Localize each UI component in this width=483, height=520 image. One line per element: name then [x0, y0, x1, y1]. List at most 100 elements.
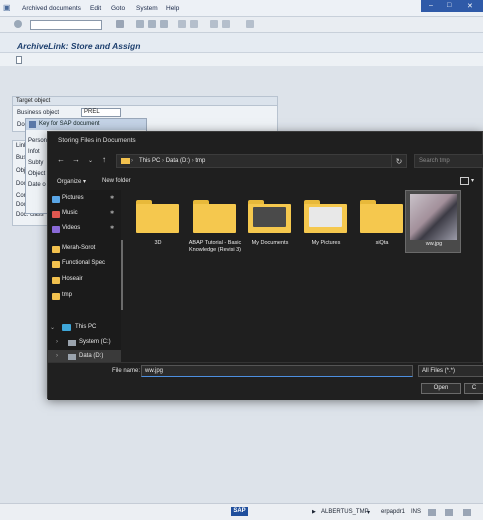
pin-icon: ✱: [110, 210, 115, 216]
file-dialog: Storing Files in Documents ← → ⌄ ↑ › Thi…: [47, 131, 483, 400]
first-page-icon[interactable]: [210, 20, 218, 28]
videos-icon: [52, 226, 60, 233]
file-tile[interactable]: My Documents: [242, 192, 292, 257]
document-icon[interactable]: [16, 56, 22, 64]
application-toolbar: [0, 53, 483, 66]
cancel-button[interactable]: C: [464, 383, 483, 394]
nav-item[interactable]: tmp: [62, 292, 72, 298]
chevron-down-icon[interactable]: ⌄: [50, 324, 55, 331]
refresh-icon[interactable]: ↻: [391, 154, 407, 168]
file-name-input[interactable]: ww.jpg: [141, 365, 413, 377]
cancel-icon[interactable]: [160, 20, 168, 28]
view-options-icon[interactable]: [460, 177, 469, 185]
search-input[interactable]: Search tmp: [414, 154, 483, 168]
menu-bar: ▣ Archived documents Edit Goto System He…: [0, 0, 483, 17]
status-mode: INS: [411, 509, 422, 515]
lock-icon[interactable]: [445, 509, 453, 516]
nav-system-drive[interactable]: System (C:): [79, 339, 111, 345]
chevron-right-icon: ›: [131, 158, 133, 164]
maximize-button[interactable]: □: [447, 2, 451, 9]
file-tile[interactable]: 3D: [130, 192, 180, 257]
links-label: Obj: [16, 168, 26, 174]
find-icon[interactable]: [190, 20, 198, 28]
chevron-right-icon[interactable]: ›: [56, 353, 58, 359]
pictures-icon: [52, 196, 60, 203]
file-tile-selected[interactable]: ww.jpg: [405, 190, 461, 253]
nav-item[interactable]: Pictures: [62, 195, 84, 201]
navigation-row: ← → ⌄ ↑ › This PC › Data (D:) › tmp ↻ Se…: [48, 152, 483, 170]
pin-icon: ✱: [110, 195, 115, 201]
folder-icon: [52, 261, 60, 268]
chevron-right-icon[interactable]: ›: [56, 339, 58, 345]
nav-item[interactable]: Videos: [62, 225, 80, 231]
key-row-label: Object: [28, 171, 46, 177]
print-icon[interactable]: [178, 20, 186, 28]
menu-archived-documents[interactable]: Archived documents: [22, 5, 81, 12]
organize-label: Organize: [57, 179, 82, 185]
enter-icon[interactable]: [14, 20, 22, 28]
file-label: My Documents: [251, 240, 289, 246]
nav-item[interactable]: Hoseair: [62, 276, 83, 282]
open-button[interactable]: Open: [421, 383, 461, 394]
nav-this-pc[interactable]: This PC: [75, 324, 96, 330]
standard-toolbar: [0, 17, 483, 33]
computer-icon: [62, 324, 71, 331]
breadcrumb-data-drive[interactable]: Data (D:): [166, 158, 190, 164]
file-tile[interactable]: ABAP Tutorial - Basic Knowledge (Revisi …: [187, 192, 241, 257]
window-controls: – □ ✕: [421, 0, 483, 12]
key-row-label: Subty: [28, 160, 44, 166]
new-folder-button[interactable]: New folder: [102, 178, 131, 184]
command-field[interactable]: [30, 20, 102, 30]
recent-dropdown-icon[interactable]: ⌄: [88, 157, 93, 164]
menu-help[interactable]: Help: [166, 5, 179, 12]
menu-edit[interactable]: Edit: [90, 5, 101, 12]
triangle-icon[interactable]: ▶: [312, 509, 316, 515]
file-dialog-title: Storing Files in Documents: [58, 137, 136, 144]
folder-icon: [304, 200, 347, 233]
nav-data-drive[interactable]: Data (D:): [79, 353, 103, 359]
layout-icon[interactable]: [428, 509, 436, 516]
file-tile[interactable]: My Pictures: [298, 192, 348, 257]
sap-menu-icon[interactable]: ▣: [3, 3, 11, 12]
title-bar: ArchiveLink: Store and Assign: [0, 33, 483, 53]
file-type-select[interactable]: All Files (*.*): [418, 365, 483, 377]
back-arrow-icon[interactable]: ←: [57, 155, 65, 164]
dialog-footer: File name: ww.jpg All Files (*.*) Open C: [48, 362, 483, 400]
next-page-icon[interactable]: [222, 20, 230, 28]
options-icon[interactable]: [463, 509, 471, 516]
drive-icon: [68, 354, 76, 360]
nav-scrollbar[interactable]: [121, 240, 123, 310]
close-window-button[interactable]: ✕: [467, 2, 473, 10]
minimize-button[interactable]: –: [429, 2, 433, 9]
settings-icon[interactable]: [246, 20, 254, 28]
forward-arrow-icon[interactable]: →: [72, 155, 80, 164]
file-label: 3D: [154, 240, 162, 246]
nav-item[interactable]: Music: [62, 210, 78, 216]
nav-item[interactable]: Functional Spec: [62, 260, 105, 266]
breadcrumb-this-pc[interactable]: This PC: [139, 158, 160, 164]
file-tile[interactable]: siQta: [354, 192, 404, 257]
back-icon[interactable]: [136, 20, 144, 28]
status-dropdown-icon[interactable]: ▾: [367, 509, 370, 516]
address-bar[interactable]: › This PC › Data (D:) › tmp: [116, 154, 392, 168]
up-arrow-icon[interactable]: ↑: [102, 155, 106, 164]
group-header: Target object: [13, 97, 277, 106]
dialog-icon: [29, 121, 36, 128]
folder-icon: [136, 200, 179, 233]
exit-icon[interactable]: [148, 20, 156, 28]
key-dialog-title: Key for SAP document: [26, 119, 146, 130]
folder-icon: [52, 277, 60, 284]
organize-button[interactable]: Organize ▾: [57, 178, 86, 185]
menu-system[interactable]: System: [136, 5, 158, 12]
view-dropdown-icon[interactable]: ▾: [471, 177, 474, 184]
folder-icon: [360, 200, 403, 233]
nav-item[interactable]: Merah-Sorot: [62, 245, 95, 251]
key-dialog-title-text: Key for SAP document: [39, 121, 100, 127]
page-title: ArchiveLink: Store and Assign: [17, 41, 141, 51]
folder-icon: [248, 200, 291, 233]
save-icon[interactable]: [116, 20, 124, 28]
breadcrumb-tmp[interactable]: tmp: [195, 158, 205, 164]
business-object-field[interactable]: PREL: [81, 108, 121, 117]
file-label: ABAP Tutorial - Basic Knowledge (Revisi …: [188, 240, 242, 253]
menu-goto[interactable]: Goto: [111, 5, 125, 12]
